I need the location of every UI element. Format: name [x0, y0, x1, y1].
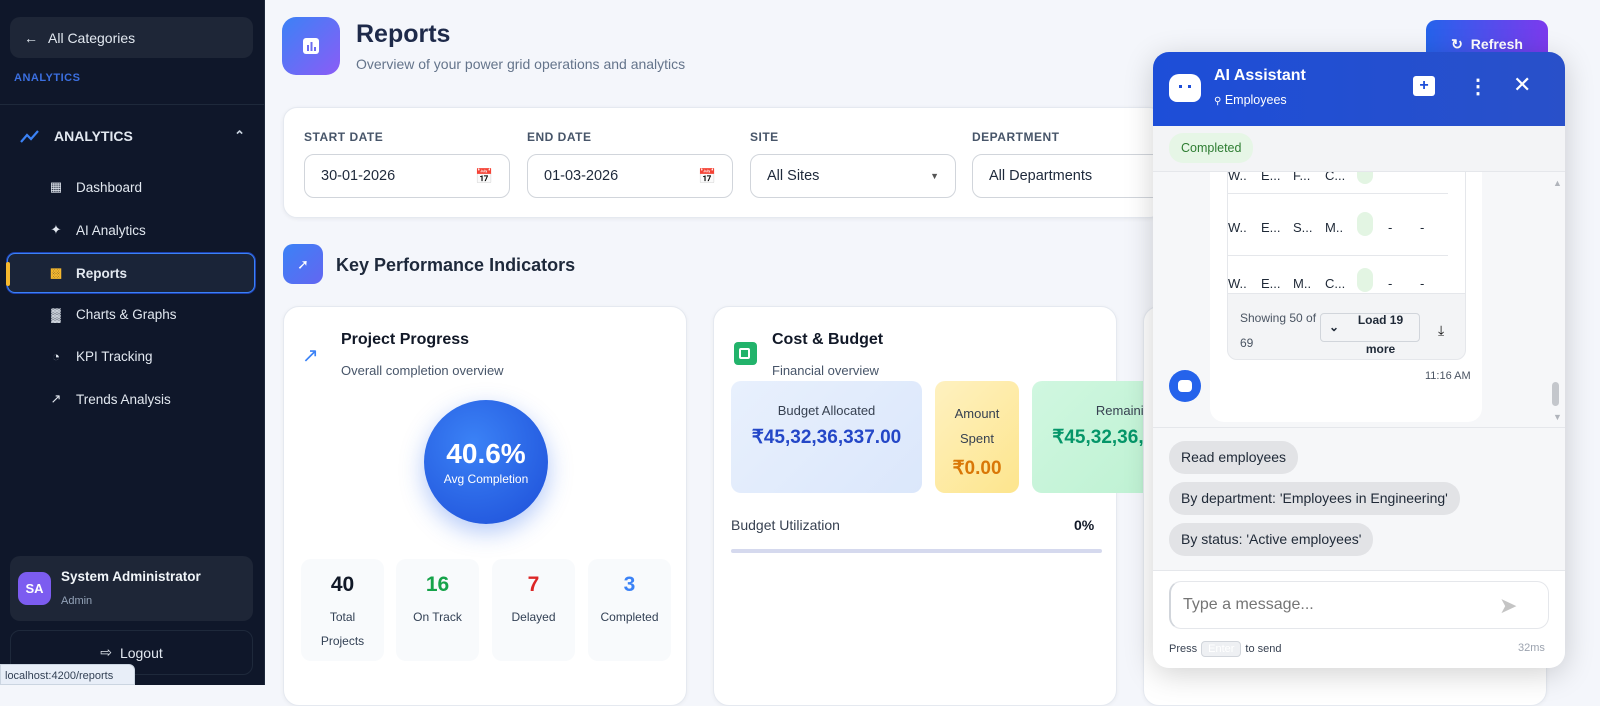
analytics-group-toggle[interactable]: ANALYTICS ⌃ — [20, 128, 245, 144]
divider — [1153, 427, 1565, 428]
all-categories-button[interactable]: ← All Categories — [10, 17, 253, 58]
speedometer-icon: ◔ — [52, 348, 60, 364]
kpi-section-title: Key Performance Indicators — [336, 255, 576, 275]
card-title: Project Progress — [341, 331, 470, 348]
chevron-down-icon: ⌄ — [1329, 320, 1340, 334]
user-profile[interactable]: SA System Administrator Admin — [10, 556, 253, 621]
card-subtitle: Financial overview — [772, 363, 879, 378]
suggestion-chip[interactable]: By status: 'Active employees' — [1169, 523, 1374, 556]
start-date-label: START DATE — [304, 130, 384, 144]
message-input[interactable] — [1169, 581, 1549, 629]
budget-allocated-box: Budget Allocated ₹45,32,36,337.00 — [731, 381, 922, 493]
page-title: Reports — [356, 20, 451, 48]
latency: 32ms — [1518, 642, 1545, 654]
search-icon: ⚲ — [1214, 96, 1222, 107]
amount-spent-box: Amount Spent ₹0.00 — [935, 381, 1019, 493]
end-date-input[interactable]: 01-03-2026 📅 — [527, 154, 733, 198]
load-more-button[interactable]: ⌄ Load 19 more — [1320, 313, 1420, 356]
page-subtitle: Overview of your power grid operations a… — [356, 56, 686, 72]
table-row: W.. E... M.. C... - - — [1228, 256, 1448, 293]
project-progress-card: ↗ Project Progress Overall completion ov… — [283, 306, 687, 706]
start-date-input[interactable]: 30-01-2026 📅 — [304, 154, 510, 198]
end-date-label: END DATE — [527, 130, 592, 144]
robot-icon — [1169, 74, 1201, 102]
table-row: W.. E... F... C... — [1228, 172, 1448, 194]
utilization-bar — [731, 549, 1102, 553]
results-table: W.. E... F... C... W.. E... S... M.. - - W.. E...… — [1227, 172, 1466, 294]
refresh-icon: ↻ — [1451, 35, 1463, 52]
arrow-left-icon: ← — [24, 29, 38, 46]
reports-icon — [282, 17, 340, 75]
scrollbar-thumb[interactable] — [1552, 382, 1559, 406]
close-icon[interactable]: ✕ — [1513, 72, 1531, 98]
utilization-label: Budget Utilization — [731, 517, 840, 533]
chat-header: AI Assistant ⚲ Employees + ⋮ ✕ — [1153, 52, 1565, 126]
site-select[interactable]: All Sites ▼ — [750, 154, 956, 198]
table-row: W.. E... S... M.. - - — [1228, 200, 1448, 256]
analytics-icon — [20, 130, 39, 143]
utilization-value: 0% — [1074, 517, 1095, 533]
more-options-icon[interactable]: ⋮ — [1468, 74, 1488, 99]
new-chat-icon[interactable]: + — [1413, 76, 1435, 96]
trend-icon: ↗ — [50, 391, 62, 406]
logout-icon: ⇨ — [100, 644, 112, 660]
stat-total-projects: 40 Total Projects — [301, 559, 384, 661]
user-name: System Administrator — [61, 569, 201, 584]
divider — [0, 104, 265, 105]
sidebar-item-charts-graphs[interactable]: ▓ Charts & Graphs — [8, 294, 256, 334]
send-icon[interactable]: ➤ — [1499, 593, 1517, 619]
chat-input-area: ➤ PressEnterto send 32ms — [1153, 570, 1565, 668]
status-badge: Completed — [1169, 133, 1254, 163]
avg-completion-circle: 40.6% Avg Completion — [424, 400, 548, 524]
sidebar-item-dashboard[interactable]: ▦ Dashboard — [8, 167, 256, 207]
department-label: DEPARTMENT — [972, 130, 1060, 144]
sidebar-item-ai-analytics[interactable]: ✦ AI Analytics — [8, 210, 256, 250]
table-footer: Showing 50 of 69 ⌄ Load 19 more ⤓ — [1227, 293, 1466, 360]
filters-panel: START DATE 30-01-2026 📅 END DATE 01-03-20… — [283, 107, 1172, 218]
sidebar-item-kpi-tracking[interactable]: ◔ KPI Tracking — [8, 336, 256, 376]
card-subtitle: Overall completion overview — [341, 363, 504, 378]
bar-chart-icon: ▓ — [51, 306, 61, 322]
section-label: ANALYTICS — [14, 72, 81, 84]
card-title: Cost & Budget — [772, 331, 884, 348]
calendar-icon[interactable]: 📅 — [475, 168, 493, 185]
download-icon[interactable]: ⤓ — [1438, 322, 1444, 339]
status-url-tooltip: localhost:4200/reports — [0, 664, 135, 685]
calendar-icon[interactable]: 📅 — [698, 168, 716, 185]
report-icon: ▩ — [49, 265, 63, 280]
enter-key-badge: Enter — [1201, 641, 1242, 657]
caret-down-icon: ▼ — [930, 171, 939, 181]
showing-count: Showing 50 of 69 — [1240, 311, 1317, 350]
avatar: SA — [18, 572, 51, 605]
assistant-avatar-icon — [1169, 370, 1201, 402]
trending-up-icon: ↗ — [302, 345, 319, 367]
scroll-down-arrow[interactable]: ▼ — [1553, 412, 1562, 422]
suggestion-chip[interactable]: Read employees — [1169, 441, 1299, 474]
ai-assistant-panel: AI Assistant ⚲ Employees + ⋮ ✕ Completed… — [1153, 52, 1565, 668]
stat-delayed: 7 Delayed — [492, 559, 575, 661]
wallet-icon — [734, 342, 757, 365]
sidebar-item-trends-analysis[interactable]: ↗ Trends Analysis — [8, 379, 256, 419]
chevron-up-icon: ⌃ — [234, 128, 245, 143]
suggestion-chip[interactable]: By department: 'Employees in Engineering… — [1169, 482, 1460, 515]
send-hint: Press Enter to send — [1169, 641, 1282, 657]
chat-title: AI Assistant — [1214, 67, 1306, 84]
sidebar: ← All Categories ANALYTICS ANALYTICS ⌃ ▦ Da… — [0, 0, 265, 685]
stat-completed: 3 Completed — [588, 559, 671, 661]
message-time: 11:16 AM — [1425, 370, 1471, 382]
stat-on-track: 16 On Track — [396, 559, 479, 661]
scroll-up-arrow[interactable]: ▲ — [1553, 178, 1562, 188]
cost-budget-card: Cost & Budget Financial overview Budget … — [713, 306, 1222, 706]
user-role: Admin — [61, 595, 93, 607]
department-select[interactable]: All Departments — [972, 154, 1172, 198]
kpi-icon: ➚ — [283, 244, 323, 284]
sparkle-icon: ✦ — [50, 222, 62, 237]
sidebar-item-reports[interactable]: ▩ Reports — [6, 253, 255, 293]
chat-context: Employees — [1224, 93, 1287, 107]
site-label: SITE — [750, 130, 779, 144]
dashboard-icon: ▦ — [49, 179, 63, 194]
